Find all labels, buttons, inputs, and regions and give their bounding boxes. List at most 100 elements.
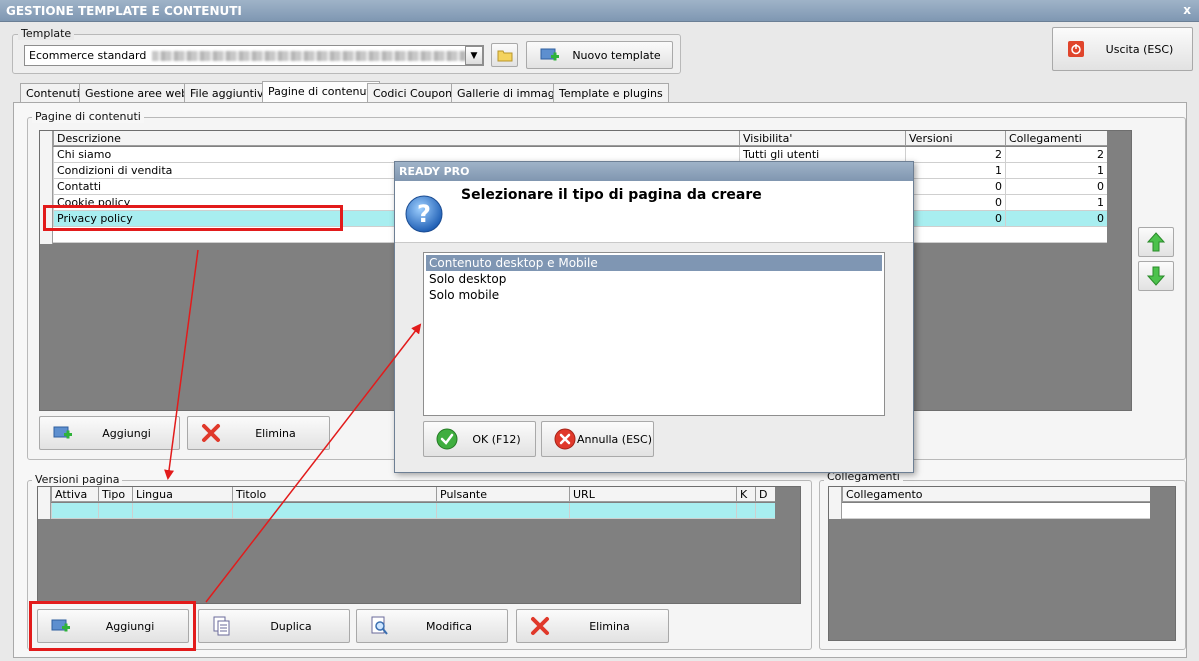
- cell-versioni: 0: [905, 211, 1005, 227]
- col-lingua[interactable]: Lingua: [132, 487, 232, 502]
- cell: [98, 503, 132, 519]
- template-combo[interactable]: Ecommerce standard: [24, 45, 484, 66]
- ok-label: OK (F12): [472, 432, 521, 446]
- col-k[interactable]: K: [736, 487, 755, 502]
- new-template-button[interactable]: Nuovo template: [526, 41, 673, 69]
- duplicate-version-label: Duplica: [270, 619, 312, 633]
- cell: [232, 503, 436, 519]
- col-descrizione[interactable]: Descrizione: [53, 131, 739, 146]
- col-versioni[interactable]: Versioni: [905, 131, 1005, 146]
- row-indicator-column: [829, 487, 842, 519]
- edit-version-button[interactable]: Modifica: [356, 609, 508, 643]
- option-solo-desktop[interactable]: Solo desktop: [426, 271, 882, 287]
- links-grid[interactable]: Collegamento: [828, 486, 1176, 641]
- cell: [755, 503, 775, 519]
- col-pulsante[interactable]: Pulsante: [436, 487, 569, 502]
- duplicate-icon: [211, 615, 233, 637]
- col-collegamenti[interactable]: Collegamenti: [1005, 131, 1107, 146]
- option-solo-mobile[interactable]: Solo mobile: [426, 287, 882, 303]
- power-icon: [1065, 38, 1087, 60]
- svg-text:?: ?: [417, 200, 431, 228]
- cell-collegamenti: 1: [1005, 163, 1107, 179]
- page-type-dialog: READY PRO ? Selezionare il tipo di pagin…: [394, 161, 914, 473]
- cell: [436, 503, 569, 519]
- cell-versioni: 0: [905, 195, 1005, 211]
- col-tipo[interactable]: Tipo: [98, 487, 132, 502]
- new-template-label: Nuovo template: [572, 48, 661, 62]
- delete-page-button[interactable]: Elimina: [187, 416, 330, 450]
- window-title: GESTIONE TEMPLATE E CONTENUTI: [6, 4, 242, 18]
- tab-file-aggiuntivi[interactable]: File aggiuntivi: [184, 83, 273, 103]
- tab-codici-coupon[interactable]: Codici Coupon: [367, 83, 459, 103]
- annotation-highlight-add-button: [29, 601, 196, 651]
- cancel-icon: [554, 428, 576, 450]
- exit-label: Uscita (ESC): [1105, 42, 1174, 56]
- col-url[interactable]: URL: [569, 487, 736, 502]
- col-collegamento[interactable]: Collegamento: [842, 487, 1150, 502]
- cell: [569, 503, 736, 519]
- delete-page-label: Elimina: [255, 426, 296, 440]
- table-row-selected[interactable]: [51, 503, 775, 519]
- exit-button[interactable]: Uscita (ESC): [1052, 27, 1193, 71]
- move-up-button[interactable]: [1138, 227, 1174, 257]
- edit-version-label: Modifica: [426, 619, 472, 633]
- versions-grid[interactable]: Attiva Tipo Lingua Titolo Pulsante URL K…: [37, 486, 801, 604]
- arrow-down-icon: [1147, 266, 1165, 286]
- tab-label: File aggiuntivi: [190, 87, 267, 100]
- tab-gestione-aree-web[interactable]: Gestione aree web: [79, 83, 195, 103]
- table-row-empty[interactable]: [842, 503, 1150, 519]
- add-page-icon: [52, 422, 74, 444]
- cell-collegamenti: 0: [1005, 211, 1107, 227]
- col-titolo[interactable]: Titolo: [232, 487, 436, 502]
- close-icon[interactable]: x: [1183, 3, 1191, 17]
- chevron-down-icon[interactable]: ▼: [465, 46, 483, 65]
- question-icon: ?: [404, 194, 444, 237]
- pages-group-label: Pagine di contenuti: [32, 110, 144, 123]
- add-page-button[interactable]: Aggiungi: [39, 416, 180, 450]
- cancel-label: Annulla (ESC): [577, 432, 652, 446]
- dialog-question: Selezionare il tipo di pagina da creare: [461, 187, 762, 203]
- window-title-bar: GESTIONE TEMPLATE E CONTENUTI: [0, 0, 1199, 22]
- cell-collegamenti: 1: [1005, 195, 1107, 211]
- row-indicator-column: [38, 487, 51, 519]
- tab-contenuti[interactable]: Contenuti: [20, 83, 86, 103]
- col-d[interactable]: D: [755, 487, 775, 502]
- open-folder-button[interactable]: [491, 43, 518, 67]
- tab-pagine-di-contenuti[interactable]: Pagine di contenuti: [262, 81, 380, 103]
- move-down-button[interactable]: [1138, 261, 1174, 291]
- page-type-list[interactable]: Contenuto desktop e Mobile Solo desktop …: [423, 252, 885, 416]
- template-group-label: Template: [18, 27, 75, 40]
- magnifier-document-icon: [369, 615, 391, 637]
- versions-grid-header: Attiva Tipo Lingua Titolo Pulsante URL K…: [51, 487, 775, 502]
- check-icon: [436, 428, 458, 450]
- cell-versioni: 0: [905, 179, 1005, 195]
- cell-versioni: 2: [905, 147, 1005, 163]
- arrow-up-icon: [1147, 232, 1165, 252]
- delete-x-icon: [200, 422, 222, 444]
- cell: [132, 503, 232, 519]
- dialog-title: READY PRO: [395, 162, 913, 181]
- cell-versioni: 1: [905, 163, 1005, 179]
- template-combo-value: Ecommerce standard: [29, 49, 147, 62]
- links-grid-header: Collegamento: [842, 487, 1150, 502]
- versions-group-label: Versioni pagina: [32, 473, 123, 486]
- tab-label: Pagine di contenuti: [268, 85, 374, 98]
- option-desktop-mobile[interactable]: Contenuto desktop e Mobile: [426, 255, 882, 271]
- tab-label: Codici Coupon: [373, 87, 453, 100]
- col-attiva[interactable]: Attiva: [51, 487, 98, 502]
- cancel-button[interactable]: Annulla (ESC): [541, 421, 654, 457]
- ok-button[interactable]: OK (F12): [423, 421, 536, 457]
- tab-template-e-plugins[interactable]: Template e plugins: [553, 83, 669, 103]
- cell: [736, 503, 755, 519]
- delete-version-label: Elimina: [589, 619, 630, 633]
- tab-label: Template e plugins: [559, 87, 663, 100]
- col-visibilita[interactable]: Visibilita': [739, 131, 905, 146]
- delete-version-button[interactable]: Elimina: [516, 609, 669, 643]
- tab-label: Contenuti: [26, 87, 80, 100]
- duplicate-version-button[interactable]: Duplica: [198, 609, 350, 643]
- cell-collegamenti: 2: [1005, 147, 1107, 163]
- annotation-highlight-privacy-row: [43, 205, 343, 231]
- blurred-template-url: [152, 51, 483, 61]
- pages-grid-header: Descrizione Visibilita' Versioni Collega…: [53, 131, 1107, 146]
- tab-label: Gestione aree web: [85, 87, 189, 100]
